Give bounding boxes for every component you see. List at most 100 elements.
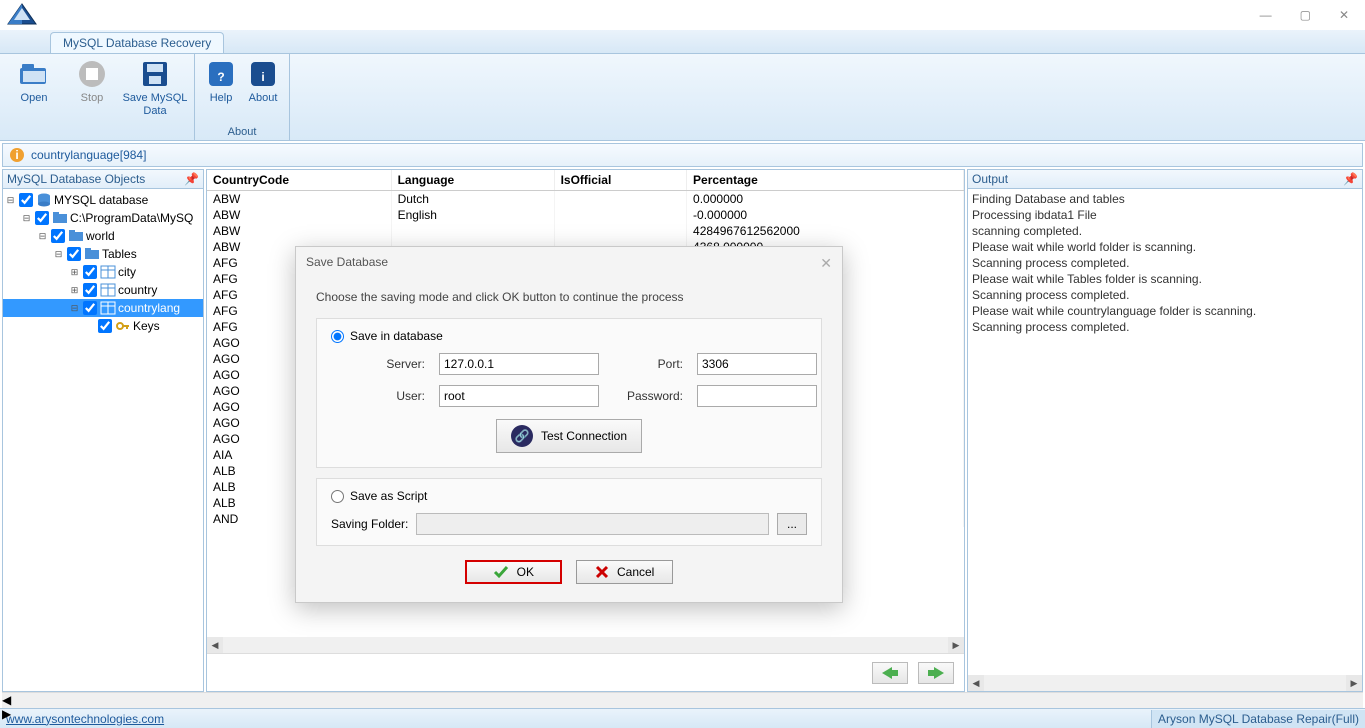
test-connection-button[interactable]: 🔗 Test Connection: [496, 419, 642, 453]
browse-folder-button[interactable]: ...: [777, 513, 807, 535]
tab-mysql-recovery[interactable]: MySQL Database Recovery: [50, 32, 224, 53]
tree-world[interactable]: ⊟ world: [3, 227, 203, 245]
scroll-right-icon[interactable]: ▶: [948, 637, 964, 653]
user-input[interactable]: [439, 385, 599, 407]
document-tab-bar: MySQL Database Recovery: [0, 30, 1365, 54]
cross-icon: [595, 565, 609, 579]
nav-prev-button[interactable]: [872, 662, 908, 684]
save-in-database-radio[interactable]: [331, 330, 344, 343]
stop-button: Stop: [64, 56, 120, 126]
port-input[interactable]: [697, 353, 817, 375]
password-input[interactable]: [697, 385, 817, 407]
database-tree[interactable]: ⊟ MYSQL database ⊟ C:\ProgramData\MySQ ⊟…: [3, 189, 203, 691]
tree-countrylanguage[interactable]: ⊟ countrylang: [3, 299, 203, 317]
table-icon: [100, 265, 116, 279]
save-mysql-data-button[interactable]: Save MySQL Data: [122, 56, 188, 126]
open-button[interactable]: Open: [6, 56, 62, 126]
save-database-dialog: Save Database ✕ Choose the saving mode a…: [295, 246, 843, 603]
folder-icon: [84, 247, 100, 261]
collapse-icon[interactable]: ⊟: [37, 231, 48, 242]
output-panel: Output 📌 Finding Database and tablesProc…: [967, 169, 1363, 692]
pin-icon[interactable]: 📌: [1343, 172, 1358, 186]
dialog-close-button[interactable]: ✕: [820, 255, 832, 272]
save-as-script-label: Save as Script: [350, 489, 427, 503]
scroll-right-icon[interactable]: ▶: [1346, 675, 1362, 691]
cancel-button[interactable]: Cancel: [576, 560, 673, 584]
scroll-left-icon[interactable]: ◀: [2, 693, 1363, 707]
column-header[interactable]: CountryCode: [207, 170, 391, 191]
tree-checkbox[interactable]: [19, 193, 33, 207]
tree-checkbox[interactable]: [35, 211, 49, 225]
info-small-icon: i: [9, 147, 25, 163]
ribbon-toolbar: Open Stop Save MySQL Data ? Help i About: [0, 54, 1365, 141]
table-row[interactable]: ABW4284967612562000: [207, 223, 964, 239]
tree-checkbox[interactable]: [51, 229, 65, 243]
horizontal-scrollbar[interactable]: ◀ ▶: [968, 675, 1362, 691]
tree-tables[interactable]: ⊟ Tables: [3, 245, 203, 263]
collapse-icon[interactable]: ⊟: [21, 213, 32, 224]
title-bar: — ▢ ✕: [0, 0, 1365, 30]
window-minimize-button[interactable]: —: [1260, 8, 1272, 22]
scroll-right-icon[interactable]: ▶: [2, 707, 1363, 721]
ribbon-group-about-label: About: [201, 126, 283, 140]
expand-icon[interactable]: ⊞: [69, 267, 80, 278]
output-line: Scanning process completed.: [972, 287, 1358, 303]
key-icon: [115, 319, 131, 333]
tree-root[interactable]: ⊟ MYSQL database: [3, 191, 203, 209]
help-button[interactable]: ? Help: [201, 56, 241, 126]
main-horizontal-scrollbar[interactable]: ◀ ▶: [2, 692, 1363, 708]
save-as-script-radio[interactable]: [331, 490, 344, 503]
collapse-icon[interactable]: ⊟: [69, 303, 80, 314]
collapse-icon[interactable]: ⊟: [5, 195, 16, 206]
tree-checkbox[interactable]: [67, 247, 81, 261]
output-line: scanning completed.: [972, 223, 1358, 239]
tree-keys[interactable]: Keys: [3, 317, 203, 335]
collapse-icon[interactable]: ⊟: [53, 249, 64, 260]
server-label: Server:: [355, 357, 425, 371]
output-line: Processing ibdata1 File: [972, 207, 1358, 223]
password-label: Password:: [613, 389, 683, 403]
folder-icon: [52, 211, 68, 225]
stop-icon: [76, 58, 108, 90]
port-label: Port:: [613, 357, 683, 371]
column-header[interactable]: IsOfficial: [554, 170, 686, 191]
dialog-hint: Choose the saving mode and click OK butt…: [316, 290, 822, 304]
output-line: Scanning process completed.: [972, 319, 1358, 335]
saving-folder-label: Saving Folder:: [331, 517, 408, 531]
output-log: Finding Database and tablesProcessing ib…: [968, 189, 1362, 675]
tree-city[interactable]: ⊞ city: [3, 263, 203, 281]
arrow-right-icon: [926, 666, 946, 680]
breadcrumb-bar: i countrylanguage[984]: [2, 143, 1363, 167]
nav-next-button[interactable]: [918, 662, 954, 684]
user-label: User:: [355, 389, 425, 403]
table-row[interactable]: ABWEnglish-0.000000: [207, 207, 964, 223]
database-objects-panel: MySQL Database Objects 📌 ⊟ MYSQL databas…: [2, 169, 204, 692]
scroll-left-icon[interactable]: ◀: [207, 637, 223, 653]
tree-checkbox[interactable]: [83, 301, 97, 315]
tree-checkbox[interactable]: [83, 283, 97, 297]
tree-program-data[interactable]: ⊟ C:\ProgramData\MySQ: [3, 209, 203, 227]
horizontal-scrollbar[interactable]: ◀ ▶: [207, 637, 964, 653]
check-icon: [493, 565, 509, 579]
link-icon: 🔗: [511, 425, 533, 447]
tree-country[interactable]: ⊞ country: [3, 281, 203, 299]
arrow-left-icon: [880, 666, 900, 680]
column-header[interactable]: Percentage: [687, 170, 964, 191]
save-in-database-group: Save in database Server: Port: User: Pas…: [316, 318, 822, 468]
table-row[interactable]: ABWDutch0.000000: [207, 191, 964, 208]
window-close-button[interactable]: ✕: [1339, 8, 1349, 22]
output-panel-title: Output: [972, 172, 1008, 186]
svg-text:i: i: [261, 70, 264, 84]
breadcrumb-text: countrylanguage[984]: [31, 148, 146, 162]
scroll-left-icon[interactable]: ◀: [968, 675, 984, 691]
server-input[interactable]: [439, 353, 599, 375]
window-maximize-button[interactable]: ▢: [1300, 8, 1311, 22]
pin-icon[interactable]: 📌: [184, 172, 199, 186]
output-line: Finding Database and tables: [972, 191, 1358, 207]
tree-checkbox[interactable]: [98, 319, 112, 333]
column-header[interactable]: Language: [391, 170, 554, 191]
about-button[interactable]: i About: [243, 56, 283, 126]
expand-icon[interactable]: ⊞: [69, 285, 80, 296]
tree-checkbox[interactable]: [83, 265, 97, 279]
ok-button[interactable]: OK: [465, 560, 562, 584]
